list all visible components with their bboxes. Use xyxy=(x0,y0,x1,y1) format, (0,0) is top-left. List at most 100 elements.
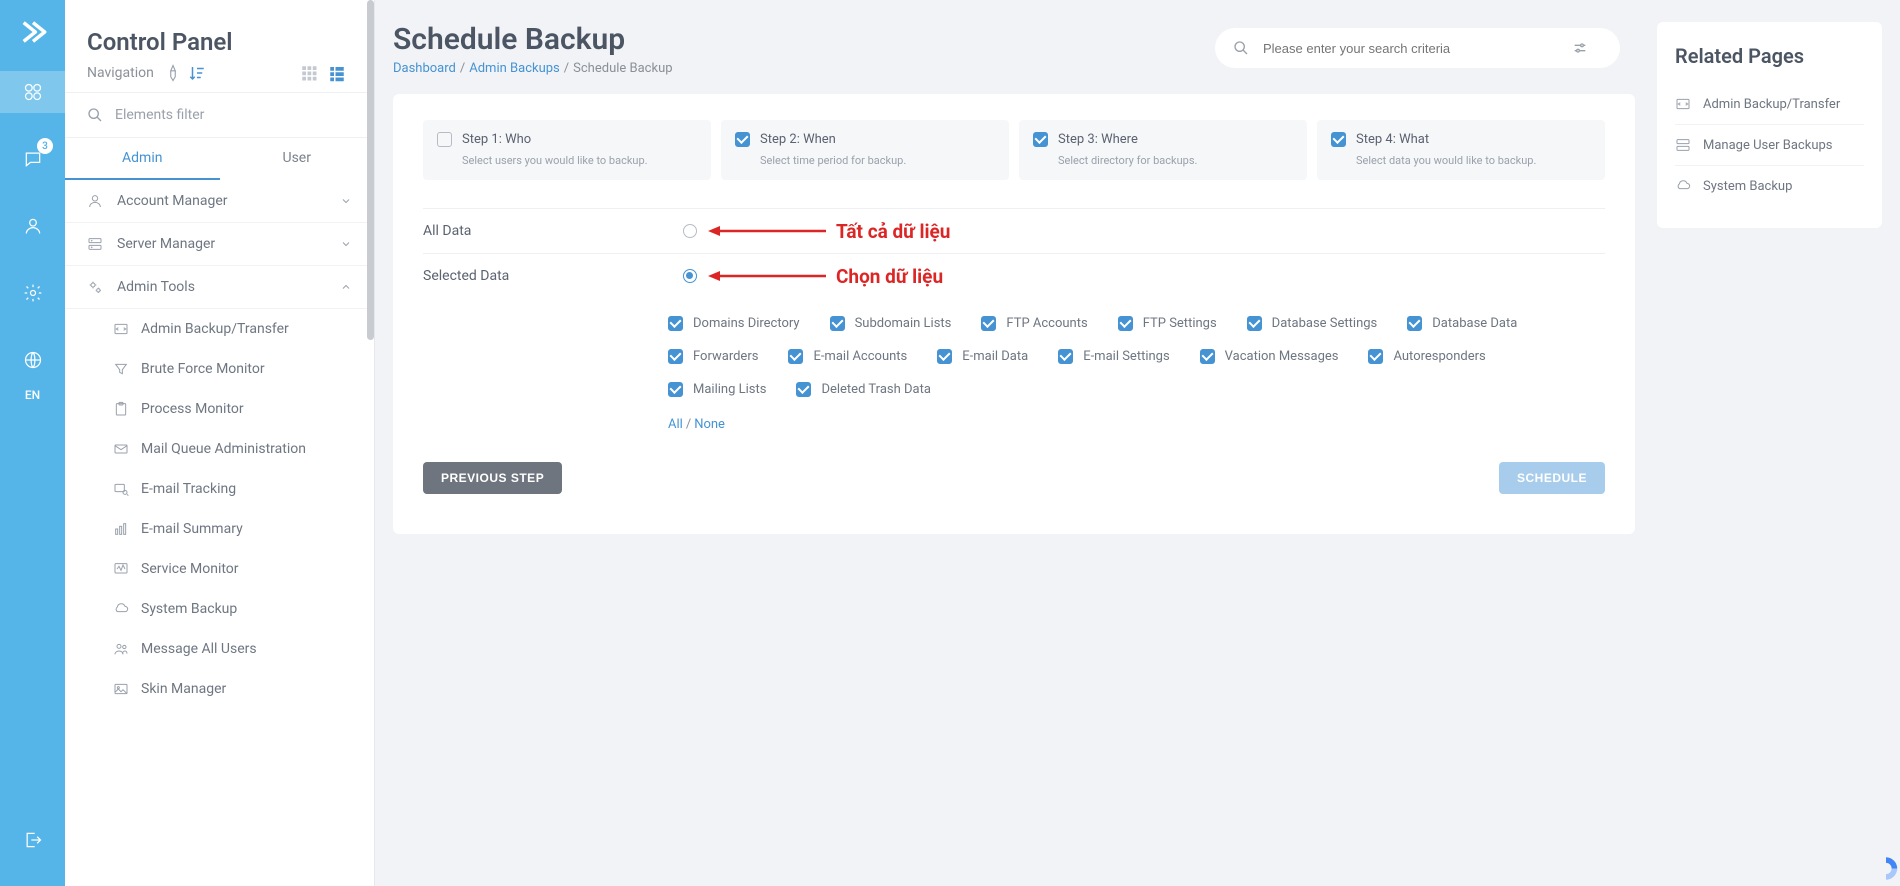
option-checkbox[interactable] xyxy=(668,316,683,331)
search-bar[interactable] xyxy=(1215,28,1620,68)
option-checkbox[interactable] xyxy=(1368,349,1383,364)
step-1[interactable]: Step 1: WhoSelect users you would like t… xyxy=(423,120,711,180)
sidebar-sub-brute-force[interactable]: Brute Force Monitor xyxy=(65,349,374,389)
option-label: E-mail Data xyxy=(962,349,1028,364)
rail-settings[interactable] xyxy=(0,272,65,314)
sidebar-sub-process-monitor[interactable]: Process Monitor xyxy=(65,389,374,429)
mail-icon xyxy=(113,441,129,457)
search-icon xyxy=(87,107,103,123)
sidebar-sub-email-tracking[interactable]: E-mail Tracking xyxy=(65,469,374,509)
option-checkbox[interactable] xyxy=(1058,349,1073,364)
rail-badge: 3 xyxy=(37,138,53,154)
sidebar-item-admin-tools[interactable]: Admin Tools xyxy=(65,266,374,309)
option-checkbox[interactable] xyxy=(830,316,845,331)
data-option[interactable]: FTP Accounts xyxy=(981,316,1087,331)
data-option[interactable]: Autoresponders xyxy=(1368,349,1485,364)
data-option[interactable]: Mailing Lists xyxy=(668,382,766,397)
option-label: E-mail Accounts xyxy=(813,349,907,364)
option-checkbox[interactable] xyxy=(1247,316,1262,331)
rail-user[interactable] xyxy=(0,205,65,247)
option-checkbox[interactable] xyxy=(1407,316,1422,331)
data-option[interactable]: E-mail Data xyxy=(937,349,1028,364)
rail-logout[interactable] xyxy=(0,819,65,861)
sidebar-sub-service-monitor[interactable]: Service Monitor xyxy=(65,549,374,589)
related-pages-panel: Related Pages Admin Backup/Transfer Mana… xyxy=(1657,22,1882,228)
option-checkbox[interactable] xyxy=(796,382,811,397)
image-icon xyxy=(113,681,129,697)
step-checkbox xyxy=(1331,132,1346,147)
step-3[interactable]: Step 3: WhereSelect directory for backup… xyxy=(1019,120,1307,180)
select-none-link[interactable]: None xyxy=(694,417,725,432)
rail-messages[interactable]: 3 xyxy=(0,138,65,180)
option-label: Subdomain Lists xyxy=(855,316,952,331)
step-2[interactable]: Step 2: WhenSelect time period for backu… xyxy=(721,120,1009,180)
option-checkbox[interactable] xyxy=(668,382,683,397)
sidebar-sub-label: Skin Manager xyxy=(141,681,226,697)
mail-search-icon xyxy=(113,481,129,497)
grid-view-icon[interactable] xyxy=(300,64,318,82)
breadcrumb-admin-backups[interactable]: Admin Backups xyxy=(469,61,560,76)
option-checkbox[interactable] xyxy=(937,349,952,364)
search-input[interactable] xyxy=(1263,41,1572,56)
breadcrumb-dashboard[interactable]: Dashboard xyxy=(393,61,456,76)
data-option[interactable]: FTP Settings xyxy=(1118,316,1217,331)
option-checkbox[interactable] xyxy=(668,349,683,364)
data-option[interactable]: Database Settings xyxy=(1247,316,1378,331)
sidebar-filter[interactable]: Elements filter xyxy=(65,92,374,138)
previous-step-button[interactable]: PREVIOUS STEP xyxy=(423,462,562,494)
radio-selected-data[interactable] xyxy=(683,269,697,283)
sidebar-sub-email-summary[interactable]: E-mail Summary xyxy=(65,509,374,549)
tab-admin[interactable]: Admin xyxy=(65,138,220,180)
search-icon xyxy=(1233,40,1249,56)
data-option[interactable]: E-mail Settings xyxy=(1058,349,1169,364)
radio-selected-data-label: Selected Data xyxy=(423,268,683,284)
sort-list-icon[interactable] xyxy=(188,64,206,82)
pin-icon[interactable] xyxy=(164,64,182,82)
breadcrumb-current: Schedule Backup xyxy=(573,61,672,76)
sidebar-sub-mail-queue[interactable]: Mail Queue Administration xyxy=(65,429,374,469)
option-checkbox[interactable] xyxy=(1200,349,1215,364)
option-checkbox[interactable] xyxy=(1118,316,1133,331)
data-option[interactable]: Domains Directory xyxy=(668,316,800,331)
step-desc: Select time period for backup. xyxy=(735,153,995,168)
sidebar-sub-skin-manager[interactable]: Skin Manager xyxy=(65,669,374,709)
radio-all-data[interactable] xyxy=(683,224,697,238)
sliders-icon[interactable] xyxy=(1572,40,1588,56)
data-option[interactable]: E-mail Accounts xyxy=(788,349,907,364)
data-option[interactable]: Vacation Messages xyxy=(1200,349,1339,364)
rail-lang[interactable]: EN xyxy=(25,388,40,402)
option-label: Database Settings xyxy=(1272,316,1378,331)
step-4[interactable]: Step 4: WhatSelect data you would like t… xyxy=(1317,120,1605,180)
sidebar-sub-message-all[interactable]: Message All Users xyxy=(65,629,374,669)
sidebar-sub-system-backup[interactable]: System Backup xyxy=(65,589,374,629)
sidebar-title: Control Panel xyxy=(87,28,352,56)
data-option[interactable]: Forwarders xyxy=(668,349,758,364)
sidebar-nav-label: Navigation xyxy=(87,65,154,81)
sidebar-item-server-manager[interactable]: Server Manager xyxy=(65,223,374,266)
server-icon xyxy=(1675,137,1691,153)
option-checkbox[interactable] xyxy=(981,316,996,331)
select-all-link[interactable]: All xyxy=(668,417,683,432)
schedule-button[interactable]: SCHEDULE xyxy=(1499,462,1605,494)
sidebar-item-label: Server Manager xyxy=(117,236,215,252)
related-system-backup[interactable]: System Backup xyxy=(1675,166,1864,206)
sidebar-item-account-manager[interactable]: Account Manager xyxy=(65,180,374,223)
scrollbar[interactable] xyxy=(367,0,374,340)
chevron-down-icon xyxy=(340,195,352,207)
data-option[interactable]: Subdomain Lists xyxy=(830,316,952,331)
radio-all-data-label: All Data xyxy=(423,223,683,239)
option-label: Database Data xyxy=(1432,316,1517,331)
rail-globe[interactable] xyxy=(0,339,65,381)
step-checkbox xyxy=(1033,132,1048,147)
step-desc: Select users you would like to backup. xyxy=(437,153,697,168)
related-admin-backup[interactable]: Admin Backup/Transfer xyxy=(1675,84,1864,125)
tab-user[interactable]: User xyxy=(220,138,375,180)
data-option[interactable]: Deleted Trash Data xyxy=(796,382,930,397)
data-option[interactable]: Database Data xyxy=(1407,316,1517,331)
gear-icon xyxy=(87,279,103,295)
option-checkbox[interactable] xyxy=(788,349,803,364)
sidebar-sub-admin-backup[interactable]: Admin Backup/Transfer xyxy=(65,309,374,349)
rail-dashboard[interactable] xyxy=(0,71,65,113)
related-manage-user[interactable]: Manage User Backups xyxy=(1675,125,1864,166)
list-view-icon[interactable] xyxy=(328,64,346,82)
